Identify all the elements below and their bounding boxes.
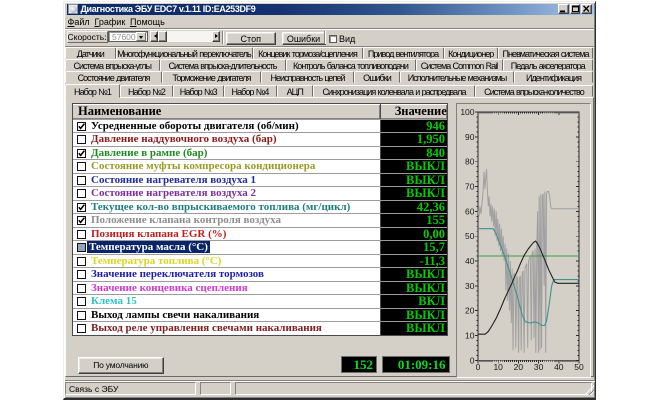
svg-text:30: 30 bbox=[465, 280, 475, 290]
svg-text:40: 40 bbox=[465, 256, 475, 266]
svg-text:0: 0 bbox=[476, 361, 481, 371]
svg-text:10: 10 bbox=[493, 361, 503, 371]
svg-text:30: 30 bbox=[534, 361, 544, 371]
svg-text:80: 80 bbox=[465, 156, 475, 166]
svg-text:90: 90 bbox=[465, 131, 475, 141]
svg-text:70: 70 bbox=[465, 181, 475, 191]
svg-text:100: 100 bbox=[460, 107, 474, 117]
svg-text:10: 10 bbox=[465, 330, 475, 340]
svg-text:20: 20 bbox=[514, 361, 524, 371]
svg-text:50: 50 bbox=[574, 361, 584, 371]
svg-text:60: 60 bbox=[465, 206, 475, 216]
svg-text:50: 50 bbox=[465, 231, 475, 241]
svg-text:20: 20 bbox=[465, 305, 475, 315]
svg-text:0: 0 bbox=[470, 355, 475, 365]
svg-text:40: 40 bbox=[554, 361, 564, 371]
